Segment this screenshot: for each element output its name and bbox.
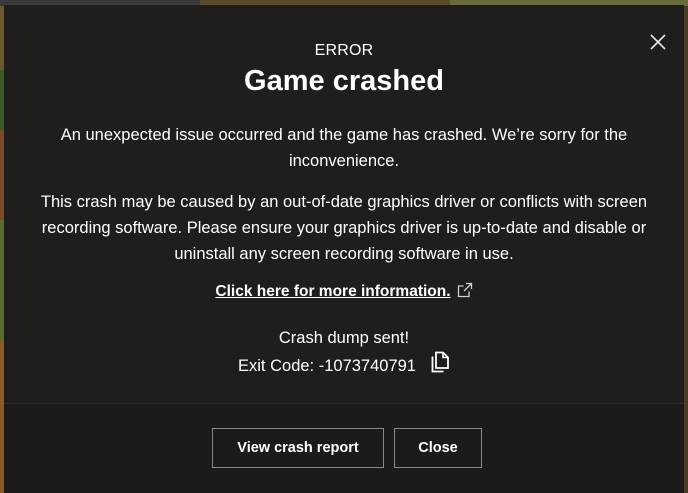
crash-cause-message: This crash may be caused by an out-of-da… <box>40 193 648 263</box>
copy-icon[interactable] <box>430 351 450 381</box>
dialog-title: Game crashed <box>244 65 444 97</box>
close-button[interactable]: Close <box>394 428 482 468</box>
crash-message: An unexpected issue occurred and the gam… <box>60 126 628 170</box>
more-info-link[interactable]: Click here for more information. <box>215 283 450 300</box>
dump-status: Crash dump sent! <box>278 329 410 347</box>
more-info-row: Click here for more information. <box>4 282 684 303</box>
external-link-icon[interactable] <box>457 282 473 303</box>
error-label: ERROR <box>314 42 374 59</box>
exit-code: Exit Code: -1073740791 <box>238 357 416 375</box>
view-crash-report-button[interactable]: View crash report <box>212 428 384 468</box>
crash-dump-info: Crash dump sent! Exit Code: -1073740791 <box>4 325 684 381</box>
exit-code-row: Exit Code: -1073740791 <box>238 351 450 381</box>
crash-dialog: ERROR Game crashed An unexpected issue o… <box>4 5 684 493</box>
